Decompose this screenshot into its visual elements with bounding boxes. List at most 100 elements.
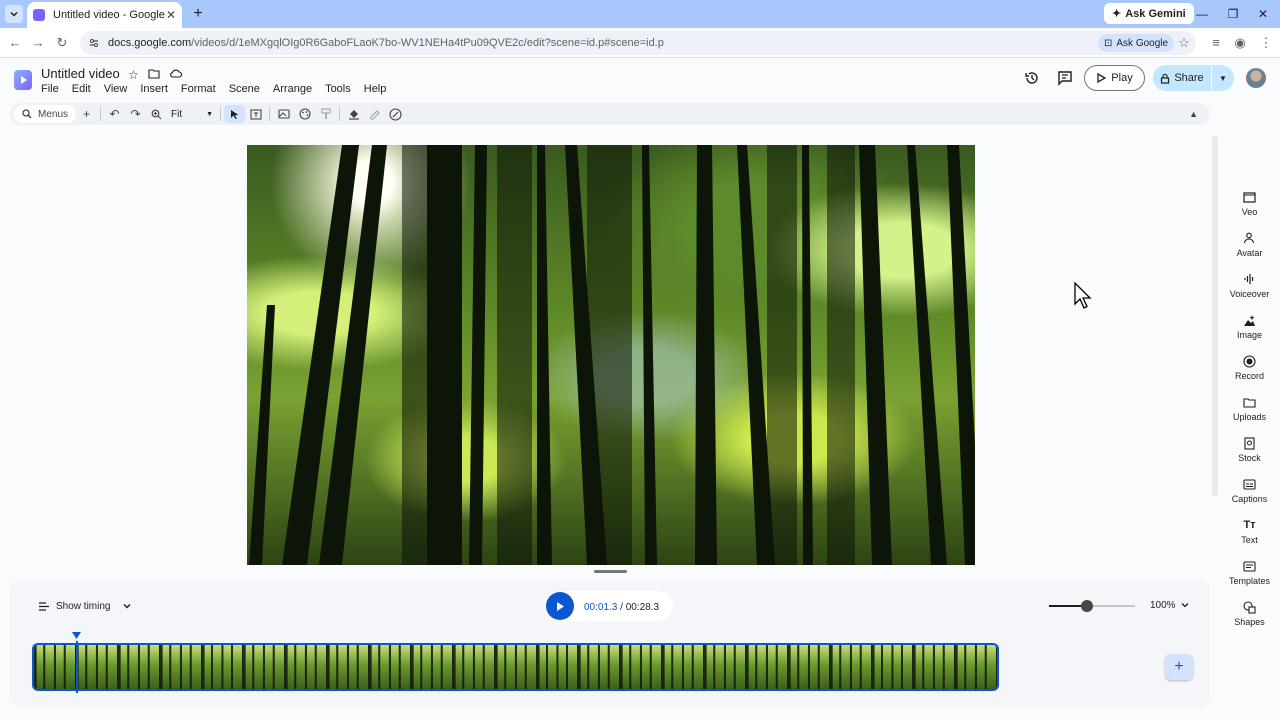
border-color-icon[interactable]	[364, 105, 385, 123]
side-item-avatar[interactable]: Avatar	[1219, 231, 1280, 258]
canvas-scrollbar[interactable]	[1212, 136, 1218, 496]
side-item-label: Record	[1234, 371, 1264, 381]
zoom-value-label: 100%	[1150, 600, 1176, 611]
ask-google-chip[interactable]: ⊡ Ask Google	[1098, 34, 1175, 52]
share-main-button[interactable]: Share	[1153, 65, 1212, 91]
site-info-icon[interactable]	[88, 37, 100, 49]
search-menus-button[interactable]: Menus	[14, 105, 77, 123]
text-box-icon[interactable]	[245, 105, 266, 123]
timeline-play-button[interactable]	[546, 592, 574, 620]
playhead-marker-icon[interactable]	[72, 632, 81, 639]
browser-tab-active[interactable]: Untitled video - Google Vids ✕	[27, 2, 182, 28]
scene-canvas-forest-image[interactable]	[247, 145, 975, 565]
zoom-slider-thumb[interactable]	[1081, 600, 1093, 612]
image-sparkle-icon	[1243, 313, 1257, 327]
ask-gemini-button[interactable]: ✦ Ask Gemini	[1104, 3, 1194, 24]
tab-close-icon[interactable]: ✕	[166, 8, 176, 22]
clip-thumbnail	[494, 645, 537, 689]
cloud-status-icon[interactable]	[169, 68, 182, 82]
tab-search-list-icon[interactable]: ≡	[1206, 33, 1226, 53]
side-item-voiceover[interactable]: Voiceover	[1219, 272, 1280, 299]
side-item-record[interactable]: Record	[1219, 354, 1280, 381]
menu-view[interactable]: View	[104, 83, 134, 95]
side-item-captions[interactable]: Captions	[1219, 477, 1280, 504]
templates-icon	[1243, 559, 1257, 573]
menu-scene[interactable]: Scene	[229, 83, 266, 95]
select-cursor-icon[interactable]	[224, 105, 246, 123]
menu-insert[interactable]: Insert	[140, 83, 174, 95]
side-item-templates[interactable]: Templates	[1219, 559, 1280, 586]
search-menus-label: Menus	[38, 108, 69, 120]
menu-edit[interactable]: Edit	[72, 83, 97, 95]
new-tab-button[interactable]: +	[188, 4, 208, 24]
google-vids-logo-icon[interactable]	[14, 70, 32, 90]
timeline-zoom-select[interactable]: 100%	[1150, 600, 1190, 611]
tab-title: Untitled video - Google Vids	[53, 9, 166, 21]
fill-color-icon[interactable]	[343, 105, 364, 123]
minimize-window-icon[interactable]: —	[1192, 4, 1212, 24]
tab-search-button[interactable]	[5, 5, 23, 23]
show-timing-toggle[interactable]: Show timing	[32, 596, 138, 616]
move-folder-icon[interactable]	[148, 68, 160, 82]
stock-media-icon	[1243, 436, 1257, 450]
clip-thumbnail	[829, 645, 872, 689]
reload-icon[interactable]: ↻	[52, 33, 72, 53]
collapse-toolbar-icon[interactable]: ▲	[1189, 109, 1198, 119]
document-title[interactable]: Untitled video	[41, 66, 120, 81]
time-separator: /	[617, 602, 626, 613]
side-item-veo[interactable]: Veo	[1219, 190, 1280, 217]
add-icon[interactable]: +	[76, 105, 97, 123]
scene-clip[interactable]	[32, 643, 999, 691]
forward-arrow-icon[interactable]: →	[28, 33, 48, 53]
link-icon[interactable]	[385, 105, 406, 123]
user-avatar[interactable]	[1246, 68, 1266, 88]
caret-down-icon: ▼	[206, 110, 214, 118]
menu-file[interactable]: File	[41, 83, 65, 95]
undo-icon[interactable]: ↶	[104, 105, 125, 123]
playhead-line[interactable]	[76, 641, 78, 693]
profile-avatar-icon[interactable]: ◉	[1230, 33, 1250, 53]
bookmark-star-icon[interactable]: ☆	[1174, 33, 1194, 53]
redo-icon[interactable]: ↷	[125, 105, 146, 123]
palette-icon[interactable]	[294, 105, 315, 123]
captions-icon	[1243, 477, 1257, 491]
canvas-resize-handle[interactable]	[594, 570, 627, 573]
version-history-icon[interactable]	[1022, 68, 1042, 88]
side-item-label: Text	[1241, 535, 1258, 545]
clip-thumbnail	[201, 645, 244, 689]
toolbar-divider	[100, 107, 102, 121]
toolbar-divider	[269, 107, 271, 121]
clip-thumbnail	[159, 645, 202, 689]
side-item-uploads[interactable]: Uploads	[1219, 395, 1280, 422]
menu-tools[interactable]: Tools	[325, 83, 357, 95]
menu-help[interactable]: Help	[364, 83, 393, 95]
comments-icon[interactable]	[1055, 68, 1075, 88]
share-dropdown-icon[interactable]: ▼	[1212, 74, 1234, 83]
zoom-select[interactable]: Fit ▼	[167, 109, 217, 120]
menu-arrange[interactable]: Arrange	[273, 83, 318, 95]
play-button[interactable]: Play	[1084, 65, 1145, 91]
paint-format-icon[interactable]	[315, 105, 336, 123]
lens-icon: ⊡	[1104, 37, 1113, 49]
clip-thumbnail	[285, 645, 328, 689]
zoom-magnifier-icon[interactable]	[146, 105, 167, 123]
restore-window-icon[interactable]: ❐	[1223, 4, 1243, 24]
search-icon	[22, 109, 32, 119]
crop-image-icon[interactable]	[273, 105, 294, 123]
menu-format[interactable]: Format	[181, 83, 222, 95]
browser-menu-icon[interactable]: ⋮	[1256, 33, 1276, 53]
star-icon[interactable]: ☆	[128, 68, 139, 82]
current-time: 00:01.3	[584, 602, 618, 613]
side-item-shapes[interactable]: Shapes	[1219, 600, 1280, 627]
add-scene-button[interactable]: +	[1165, 654, 1193, 680]
timeline-zoom-slider[interactable]	[1049, 600, 1135, 612]
side-item-label: Templates	[1228, 576, 1271, 586]
back-arrow-icon[interactable]: ←	[5, 33, 25, 53]
share-button[interactable]: Share ▼	[1153, 65, 1234, 91]
tree-trunks-overlay	[249, 145, 975, 565]
close-window-icon[interactable]: ✕	[1253, 4, 1273, 24]
url-omnibox[interactable]: docs.google.com/videos/d/1eMXgqlOIg0R6Ga…	[80, 31, 1196, 55]
side-item-stock[interactable]: Stock	[1219, 436, 1280, 463]
side-item-text[interactable]: Tт Text	[1219, 518, 1280, 545]
side-item-image[interactable]: Image	[1219, 313, 1280, 340]
